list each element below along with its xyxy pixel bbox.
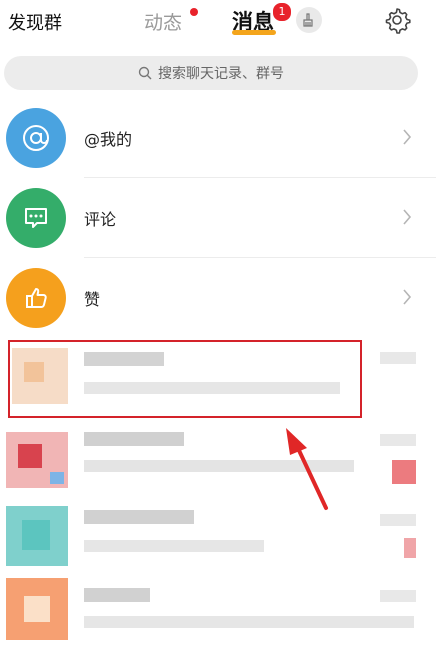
annotation-arrow: [286, 428, 328, 510]
